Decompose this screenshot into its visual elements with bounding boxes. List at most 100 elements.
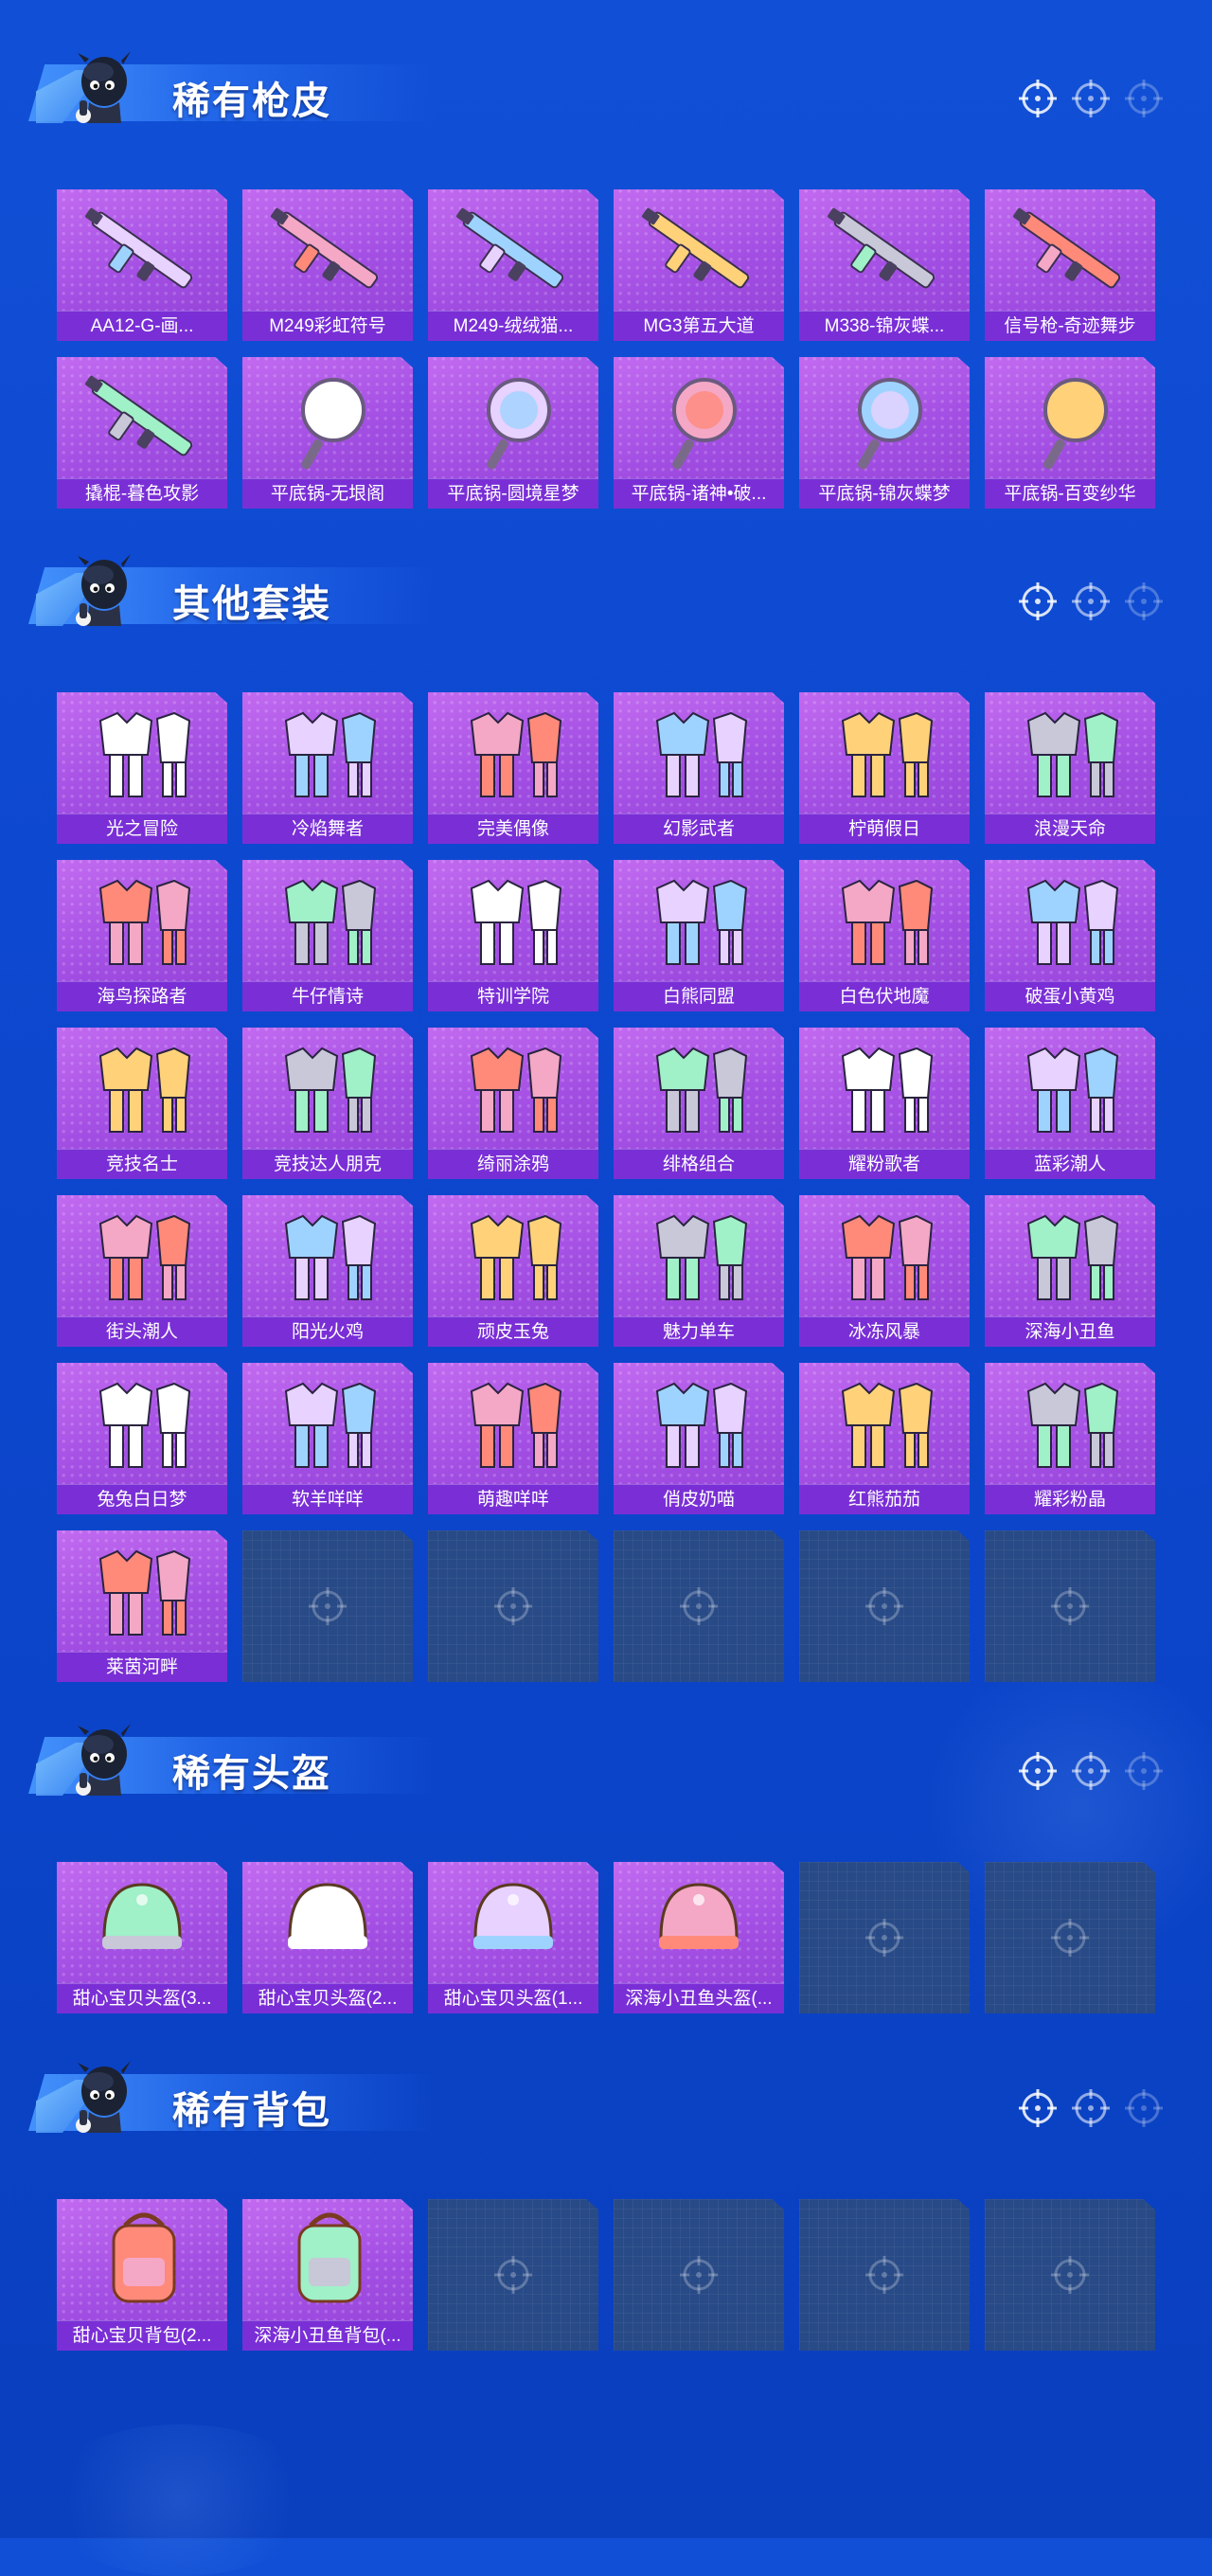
item-label: 平底锅-诸神•破... (614, 478, 784, 509)
outfit-icon (799, 692, 970, 814)
item-label: 幻影武者 (614, 814, 784, 844)
item-card[interactable]: 耀粉歌者 (799, 1028, 970, 1179)
item-label: 莱茵河畔 (57, 1652, 227, 1682)
item-card[interactable]: 红熊茄茄 (799, 1363, 970, 1514)
outfit-icon (614, 1195, 784, 1316)
item-label: 甜心宝贝头盔(3... (57, 1983, 227, 2013)
item-card[interactable]: 街头潮人 (57, 1195, 227, 1347)
item-card[interactable]: 顽皮玉兔 (428, 1195, 598, 1347)
item-card[interactable]: 竞技达人朋克 (242, 1028, 413, 1179)
outfit-icon (428, 860, 598, 981)
item-card[interactable]: AA12-G-画... (57, 189, 227, 341)
crosshair-icon (678, 2254, 720, 2296)
item-card[interactable]: 平底锅-百变纱华 (985, 357, 1155, 509)
section-header: 稀有头盔 (28, 1710, 1193, 1805)
item-card[interactable]: 耀彩粉晶 (985, 1363, 1155, 1514)
item-card[interactable]: 甜心宝贝背包(2... (57, 2199, 227, 2351)
crosshair-icon (1017, 1750, 1059, 1792)
item-card[interactable]: 蓝彩潮人 (985, 1028, 1155, 1179)
empty-slot (799, 1530, 970, 1682)
item-label: 深海小丑鱼背包(... (242, 2320, 413, 2351)
item-card[interactable]: 软羊咩咩 (242, 1363, 413, 1514)
item-grid: 甜心宝贝头盔(3... 甜心宝贝头盔(2... 甜心宝贝头盔(1... 深海小丑… (57, 1862, 1155, 2013)
outfit-icon (799, 1363, 970, 1484)
machine-gun-skin-icon (428, 189, 598, 311)
crosshair-decoration (1017, 2087, 1165, 2129)
item-card[interactable]: 深海小丑鱼背包(... (242, 2199, 413, 2351)
item-card[interactable]: 平底锅-诸神•破... (614, 357, 784, 509)
item-label: 信号枪-奇迹舞步 (985, 311, 1155, 341)
helmet-icon (614, 1862, 784, 1983)
item-card[interactable]: M249彩虹符号 (242, 189, 413, 341)
item-card[interactable]: 白熊同盟 (614, 860, 784, 1011)
item-card[interactable]: 撬棍-暮色攻影 (57, 357, 227, 509)
item-card[interactable]: 平底锅-无垠阁 (242, 357, 413, 509)
item-card[interactable]: 甜心宝贝头盔(3... (57, 1862, 227, 2013)
item-card[interactable]: 冰冻风暴 (799, 1195, 970, 1347)
item-label: 软羊咩咩 (242, 1484, 413, 1514)
item-label: 冰冻风暴 (799, 1316, 970, 1347)
item-label: 浪漫天命 (985, 814, 1155, 844)
item-card[interactable]: 莱茵河畔 (57, 1530, 227, 1682)
item-card[interactable]: M249-绒绒猫... (428, 189, 598, 341)
item-label: 甜心宝贝头盔(2... (242, 1983, 413, 2013)
item-label: 绮丽涂鸦 (428, 1149, 598, 1179)
empty-slot (985, 2199, 1155, 2351)
item-card[interactable]: 柠萌假日 (799, 692, 970, 844)
empty-slot (985, 1862, 1155, 2013)
item-card[interactable]: 深海小丑鱼头盔(... (614, 1862, 784, 2013)
item-label: 阳光火鸡 (242, 1316, 413, 1347)
item-card[interactable]: 魅力单车 (614, 1195, 784, 1347)
item-card[interactable]: 白色伏地魔 (799, 860, 970, 1011)
section-title: 稀有头盔 (172, 1752, 331, 1796)
item-card[interactable]: 平底锅-圆境星梦 (428, 357, 598, 509)
item-card[interactable]: 光之冒险 (57, 692, 227, 844)
item-card[interactable]: 萌趣咩咩 (428, 1363, 598, 1514)
item-card[interactable]: 幻影武者 (614, 692, 784, 844)
item-card[interactable]: 甜心宝贝头盔(1... (428, 1862, 598, 2013)
crosshair-icon (1070, 78, 1112, 119)
flare-gun-skin-icon (985, 189, 1155, 311)
outfit-icon (614, 860, 784, 981)
item-card[interactable]: 绮丽涂鸦 (428, 1028, 598, 1179)
item-card[interactable]: MG3第五大道 (614, 189, 784, 341)
item-label: 破蛋小黄鸡 (985, 981, 1155, 1011)
item-card[interactable]: 破蛋小黄鸡 (985, 860, 1155, 1011)
empty-slot (614, 1530, 784, 1682)
outfit-icon (614, 692, 784, 814)
item-card[interactable]: 信号枪-奇迹舞步 (985, 189, 1155, 341)
item-card[interactable]: 俏皮奶喵 (614, 1363, 784, 1514)
outfit-icon (428, 692, 598, 814)
crosshair-icon (1049, 1585, 1091, 1627)
item-label: M249彩虹符号 (242, 311, 413, 341)
backpack-icon (242, 2199, 413, 2320)
item-card[interactable]: 竞技名士 (57, 1028, 227, 1179)
item-card[interactable]: 兔兔白日梦 (57, 1363, 227, 1514)
crosshair-icon (1070, 1750, 1112, 1792)
item-grid: 甜心宝贝背包(2... 深海小丑鱼背包(... (57, 2199, 1155, 2351)
mascot-icon (51, 1716, 146, 1803)
item-card[interactable]: 牛仔情诗 (242, 860, 413, 1011)
crosshair-icon (1123, 2087, 1165, 2129)
item-card[interactable]: 完美偶像 (428, 692, 598, 844)
crosshair-icon (492, 2254, 534, 2296)
item-label: 白熊同盟 (614, 981, 784, 1011)
item-label: 顽皮玉兔 (428, 1316, 598, 1347)
item-card[interactable]: 阳光火鸡 (242, 1195, 413, 1347)
item-card[interactable]: M338-锦灰蝶... (799, 189, 970, 341)
item-label: 深海小丑鱼 (985, 1316, 1155, 1347)
item-label: 平底锅-锦灰蝶梦 (799, 478, 970, 509)
item-card[interactable]: 甜心宝贝头盔(2... (242, 1862, 413, 2013)
item-label: 甜心宝贝背包(2... (57, 2320, 227, 2351)
item-card[interactable]: 平底锅-锦灰蝶梦 (799, 357, 970, 509)
item-card[interactable]: 浪漫天命 (985, 692, 1155, 844)
crosshair-icon (307, 1585, 348, 1627)
item-label: 特训学院 (428, 981, 598, 1011)
item-card[interactable]: 绯格组合 (614, 1028, 784, 1179)
item-card[interactable]: 深海小丑鱼 (985, 1195, 1155, 1347)
item-label: 竞技达人朋克 (242, 1149, 413, 1179)
outfit-icon (799, 1195, 970, 1316)
item-card[interactable]: 冷焰舞者 (242, 692, 413, 844)
item-card[interactable]: 海鸟探路者 (57, 860, 227, 1011)
item-card[interactable]: 特训学院 (428, 860, 598, 1011)
